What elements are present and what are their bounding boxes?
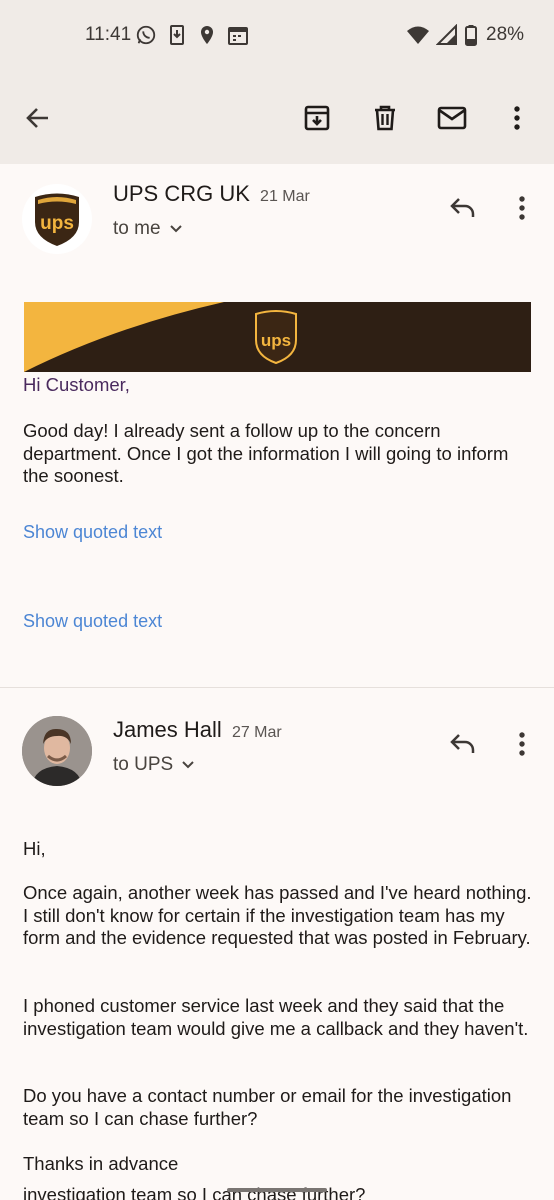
message-divider <box>0 687 554 688</box>
reply-button[interactable] <box>443 724 483 764</box>
app-bar <box>0 76 554 164</box>
recipient-details[interactable]: to me <box>113 218 183 240</box>
message-paragraph: Hi, <box>23 838 46 859</box>
status-bar: 11:41 28% <box>0 0 554 76</box>
location-icon <box>201 26 213 44</box>
message-date: 27 Mar <box>231 724 282 741</box>
message-header-james[interactable]: James Hall 27 Mar to UPS <box>0 712 554 812</box>
message-paragraph: Do you have a contact number or email fo… <box>23 1085 512 1129</box>
message-paragraph: I phoned customer service last week and … <box>23 995 529 1039</box>
battery-icon <box>465 25 477 46</box>
ups-banner-graphic: ups <box>24 302 531 372</box>
delete-button[interactable] <box>365 98 405 138</box>
system-icons: 28% <box>406 24 524 46</box>
banner-logo-text: ups <box>261 331 291 350</box>
message-paragraph: Thanks in advance <box>23 1153 179 1174</box>
reply-icon <box>450 198 475 217</box>
ups-banner: ups <box>24 302 531 372</box>
more-vert-icon <box>514 106 520 130</box>
ups-logo-icon: ups <box>35 193 79 246</box>
avatar <box>22 716 92 786</box>
greeting: Hi Customer, <box>23 374 130 395</box>
message-paragraph: Once again, another week has passed and … <box>23 882 532 948</box>
message-more-button[interactable] <box>502 724 542 764</box>
more-vert-icon <box>519 196 525 220</box>
message-more-button[interactable] <box>502 188 542 228</box>
signal-icon <box>436 24 457 45</box>
back-button[interactable] <box>18 98 58 138</box>
sender-name: James Hall 27 Mar <box>113 717 282 743</box>
status-time: 11:41 <box>85 24 132 45</box>
chevron-down-icon <box>182 761 194 769</box>
chevron-down-icon <box>169 225 182 233</box>
wifi-icon <box>407 26 429 44</box>
mail-icon <box>437 106 467 130</box>
more-vert-icon <box>519 732 525 756</box>
archive-icon <box>304 105 330 131</box>
home-indicator[interactable] <box>227 1188 327 1192</box>
recipient-text: to me <box>113 218 161 239</box>
notification-icons <box>135 24 249 46</box>
mark-unread-button[interactable] <box>432 98 472 138</box>
scroll-peek-text: investigation team so I can chase furthe… <box>23 1184 366 1200</box>
ups-logo-text: ups <box>40 213 74 234</box>
calendar-icon <box>228 27 248 45</box>
back-arrow-icon <box>26 108 48 128</box>
archive-button[interactable] <box>297 98 337 138</box>
trash-icon <box>375 105 395 131</box>
recipient-details[interactable]: to UPS <box>113 754 195 776</box>
reply-icon <box>450 734 475 753</box>
message-header-ups[interactable]: ups UPS CRG UK 21 Mar to me <box>0 176 554 276</box>
message-date: 21 Mar <box>260 188 310 205</box>
more-options-button[interactable] <box>497 98 537 138</box>
download-icon <box>170 25 184 45</box>
recipient-text: to UPS <box>113 754 174 775</box>
show-quoted-text-link[interactable]: Show quoted text <box>23 611 162 632</box>
message-body: Good day! I already sent a follow up to … <box>23 420 509 486</box>
sender-name-text: UPS CRG UK <box>113 181 250 206</box>
person-photo-icon <box>22 716 92 786</box>
sender-name-text: James Hall <box>113 717 222 742</box>
avatar: ups <box>22 184 92 254</box>
show-quoted-text-link[interactable]: Show quoted text <box>23 522 162 543</box>
sender-name: UPS CRG UK 21 Mar <box>113 181 310 207</box>
battery-level: 28% <box>486 24 525 45</box>
whatsapp-icon <box>136 25 156 45</box>
reply-button[interactable] <box>443 188 483 228</box>
